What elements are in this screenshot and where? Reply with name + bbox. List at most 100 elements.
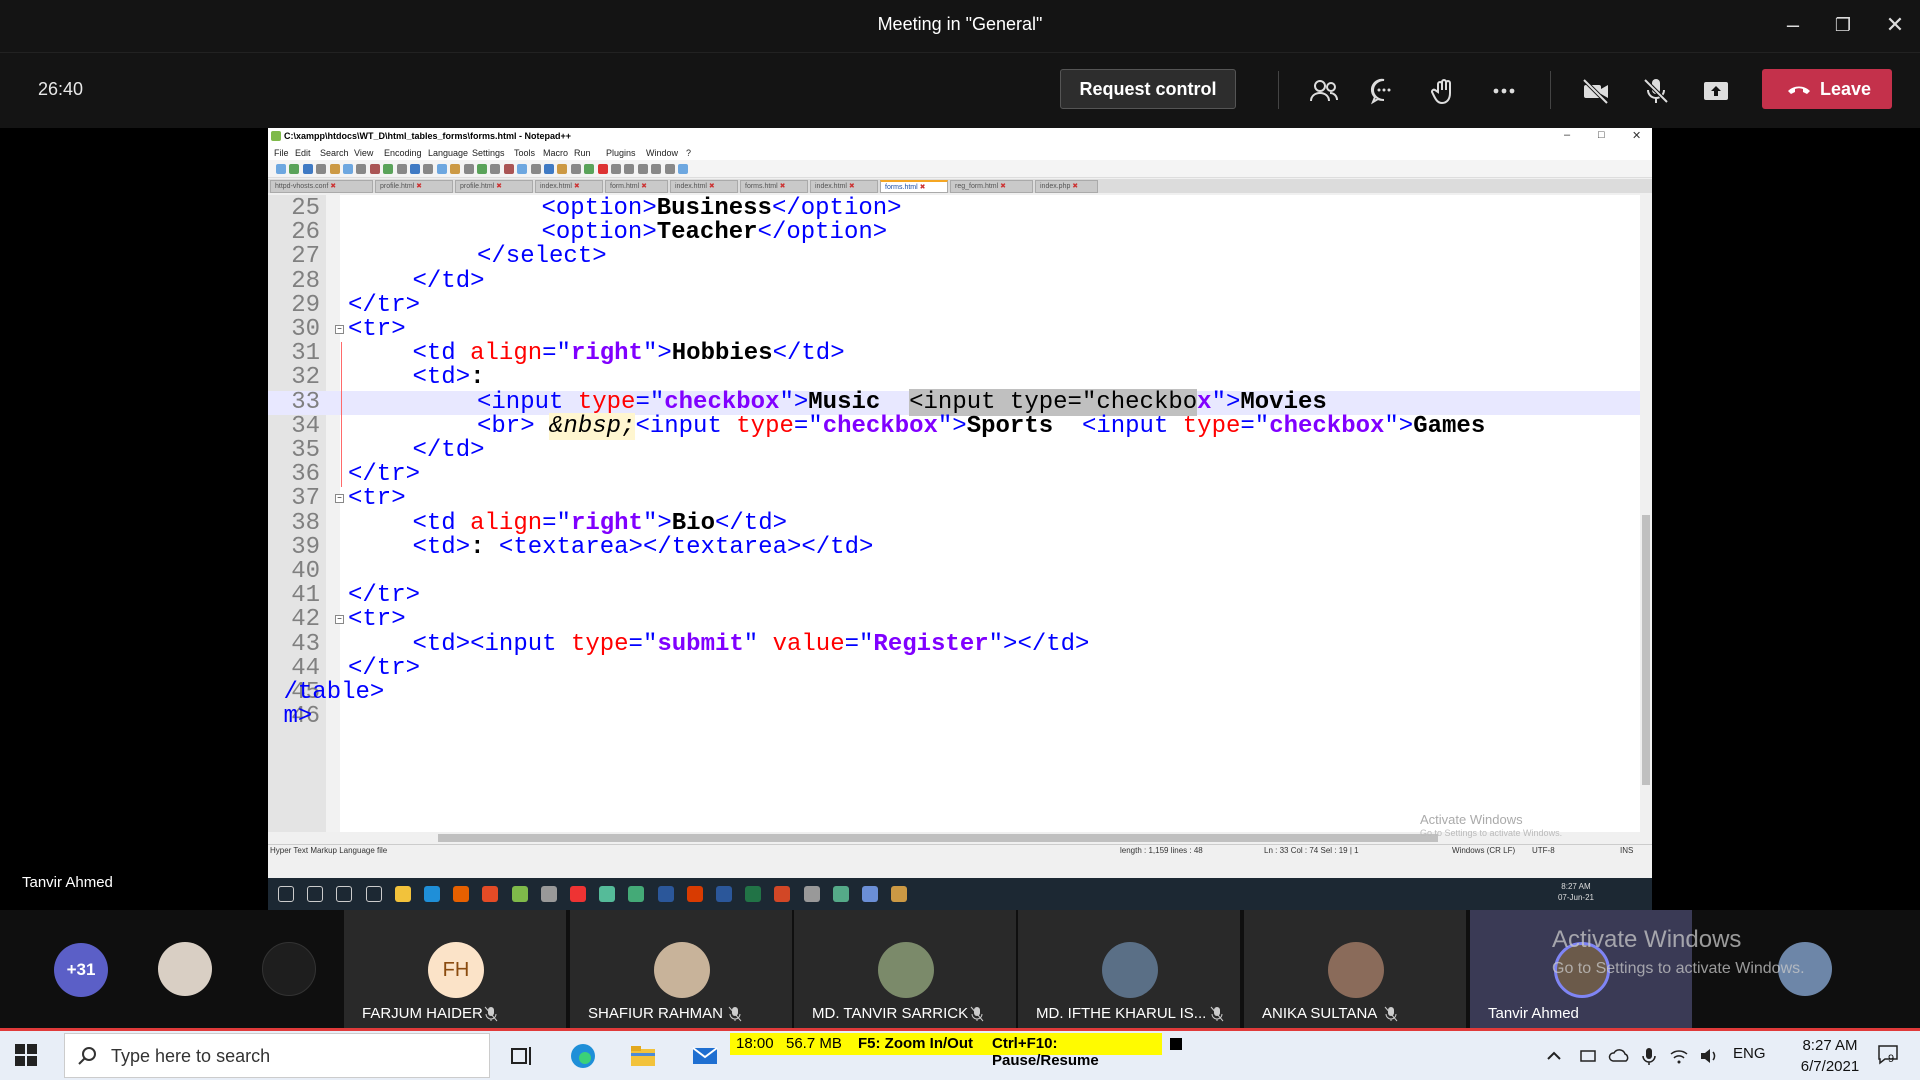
taskbar-app-icon[interactable] (599, 886, 616, 902)
people-icon[interactable] (1308, 75, 1340, 107)
tab-close-icon[interactable]: ✖ (328, 183, 336, 190)
menu-item[interactable]: View (354, 148, 373, 158)
menu-item[interactable]: Plugins (606, 148, 636, 158)
toolbar-button-icon[interactable] (544, 164, 554, 174)
npp-tab[interactable]: httpd-vhosts.conf ✖ (270, 180, 373, 193)
more-options-icon[interactable] (1488, 75, 1520, 107)
code-line[interactable]: 37 − <tr> (268, 487, 1640, 511)
tab-close-icon[interactable]: ✖ (414, 183, 422, 190)
taskbar-app-icon[interactable] (803, 886, 820, 902)
code-line[interactable]: 44 </tr> (268, 656, 1640, 681)
code-line[interactable]: 28 </td> (268, 269, 1640, 294)
toolbar-button-icon[interactable] (316, 164, 327, 174)
taskbar-app-icon[interactable] (862, 886, 878, 902)
taskbar-app-icon[interactable] (570, 886, 586, 902)
code-line[interactable]: 25 <option>Business</option> (268, 196, 1640, 221)
toolbar-button-icon[interactable] (637, 164, 648, 174)
code-line[interactable]: 38 <td align="right">Bio</td> (268, 511, 1640, 536)
toolbar-button-icon[interactable] (557, 164, 568, 174)
menu-item[interactable]: Macro (543, 148, 568, 158)
taskbar-app-icon[interactable] (365, 886, 382, 902)
notification-center-icon[interactable]: 9 (1876, 1043, 1902, 1067)
toolbar-button-icon[interactable] (664, 164, 675, 174)
taskbar-app-icon[interactable] (745, 886, 762, 902)
leave-button[interactable]: Leave (1762, 69, 1892, 109)
toolbar-button-icon[interactable] (651, 164, 662, 174)
taskbar-app-icon[interactable] (394, 886, 411, 902)
vertical-scrollbar-thumb[interactable] (1642, 515, 1650, 785)
mail-icon[interactable] (690, 1041, 720, 1071)
npp-minimize-icon[interactable]: – (1564, 129, 1570, 141)
toolbar-button-icon[interactable] (597, 164, 608, 174)
more-participants-button[interactable]: +31 (54, 943, 108, 997)
chevron-up-icon[interactable] (1544, 1041, 1564, 1071)
restore-icon[interactable]: ❐ (1828, 10, 1858, 40)
task-view-icon[interactable] (506, 1041, 536, 1071)
toolbar-button-icon[interactable] (329, 164, 340, 174)
volume-icon[interactable] (1698, 1041, 1720, 1071)
toolbar-button-icon[interactable] (423, 164, 434, 174)
toolbar-button-icon[interactable] (611, 164, 621, 174)
avatar[interactable] (262, 942, 316, 996)
code-line[interactable]: 34 <br> &nbsp;<input type="checkbox">Spor… (268, 412, 1640, 440)
camera-off-icon[interactable] (1580, 75, 1612, 107)
participant-tile[interactable]: ANIKA SULTANA (1244, 910, 1466, 1028)
menu-item[interactable]: Language (428, 148, 468, 158)
code-line[interactable]: 39 <td>: <textarea></textarea></td> (268, 535, 1640, 560)
taskbar-app-icon[interactable] (657, 886, 674, 902)
toolbar-button-icon[interactable] (503, 164, 514, 174)
npp-editor[interactable]: 25 <option>Business</option> 26 <option>Tea… (268, 195, 1640, 832)
edge-icon[interactable] (568, 1041, 598, 1071)
npp-tab[interactable]: form.html ✖ (605, 180, 668, 193)
code-line[interactable]: 42 − <tr> (268, 608, 1640, 632)
code-line[interactable]: 32 <td>: (268, 366, 1640, 390)
onedrive-icon[interactable] (1608, 1041, 1632, 1071)
npp-tab[interactable]: profile.html ✖ (455, 180, 533, 193)
menu-item[interactable]: Edit (295, 148, 311, 158)
fold-toggle-icon[interactable]: − (335, 325, 344, 335)
code-line[interactable]: 46 m> (268, 704, 1640, 729)
toolbar-button-icon[interactable] (276, 164, 286, 174)
taskbar-app-icon[interactable] (424, 886, 440, 902)
npp-tab[interactable]: index.html ✖ (670, 180, 738, 193)
wifi-icon[interactable] (1668, 1041, 1690, 1071)
toolbar-button-icon[interactable] (584, 164, 595, 174)
file-explorer-icon[interactable] (628, 1041, 658, 1071)
raise-hand-icon[interactable] (1428, 75, 1460, 107)
taskbar-app-icon[interactable] (278, 886, 294, 902)
toolbar-button-icon[interactable] (396, 164, 407, 174)
vertical-scrollbar[interactable] (1640, 195, 1652, 832)
participant-tile[interactable]: SHAFIUR RAHMAN (570, 910, 792, 1028)
toolbar-button-icon[interactable] (410, 164, 420, 174)
taskbar-app-icon[interactable] (774, 886, 791, 902)
tab-close-icon[interactable]: ✖ (778, 183, 786, 190)
code-line[interactable]: 36 </tr> (268, 462, 1640, 487)
language-indicator[interactable]: ENG (1733, 1045, 1766, 1062)
toolbar-button-icon[interactable] (289, 164, 300, 174)
participant-tile[interactable]: MD. TANVIR SARRICK (794, 910, 1016, 1028)
windows-start-icon[interactable] (14, 1043, 38, 1067)
toolbar-button-icon[interactable] (678, 164, 688, 174)
toolbar-button-icon[interactable] (383, 164, 394, 174)
menu-item[interactable]: Settings (472, 148, 505, 158)
menu-item[interactable]: Tools (514, 148, 535, 158)
horizontal-scrollbar-thumb[interactable] (438, 834, 1438, 842)
tab-close-icon[interactable]: ✖ (707, 183, 715, 190)
toolbar-button-icon[interactable] (477, 164, 487, 174)
toolbar-button-icon[interactable] (490, 164, 501, 174)
taskbar-app-icon[interactable] (307, 886, 324, 902)
taskbar-app-icon[interactable] (453, 886, 470, 902)
taskbar-search-box[interactable]: Type here to search (64, 1033, 490, 1078)
close-icon[interactable]: ✕ (1880, 10, 1910, 40)
menu-item[interactable]: Encoding (384, 148, 422, 158)
npp-tab[interactable]: forms.html ✖ (740, 180, 808, 193)
toolbar-button-icon[interactable] (302, 164, 313, 174)
taskbar-app-icon[interactable] (686, 886, 703, 902)
toolbar-button-icon[interactable] (343, 164, 353, 174)
toolbar-button-icon[interactable] (517, 164, 528, 174)
taskbar-app-icon[interactable] (832, 886, 849, 902)
code-line[interactable]: 45/table> (268, 680, 1640, 705)
share-screen-icon[interactable] (1700, 75, 1732, 107)
menu-item[interactable]: Search (320, 148, 349, 158)
participant-tile[interactable]: MD. IFTHE KHARUL IS... (1018, 910, 1240, 1028)
